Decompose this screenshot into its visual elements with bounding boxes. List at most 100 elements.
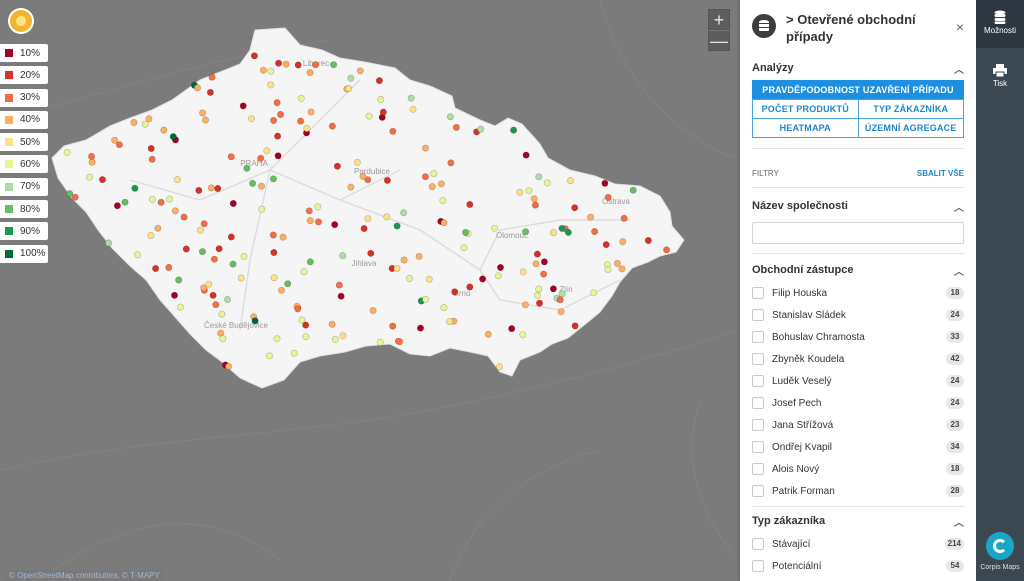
opportunity-point[interactable] [405, 274, 413, 282]
checkbox[interactable] [752, 309, 764, 321]
opportunity-point[interactable] [171, 291, 179, 299]
checkbox[interactable] [752, 538, 764, 550]
opportunity-point[interactable] [328, 320, 336, 328]
opportunity-point[interactable] [337, 292, 345, 300]
opportunity-point[interactable] [564, 228, 572, 236]
opportunity-point[interactable] [331, 335, 339, 343]
opportunity-point[interactable] [543, 179, 551, 187]
sales-rep-item[interactable]: Ondřej Kvapil 34 [752, 436, 964, 458]
opportunity-point[interactable] [251, 317, 259, 325]
opportunity-point[interactable] [269, 175, 277, 183]
opportunity-point[interactable] [270, 274, 278, 282]
opportunity-point[interactable] [508, 325, 516, 333]
opportunity-point[interactable] [451, 288, 459, 296]
opportunity-point[interactable] [173, 176, 181, 184]
opportunity-point[interactable] [558, 224, 566, 232]
opportunity-point[interactable] [224, 295, 232, 303]
opportunity-point[interactable] [331, 221, 339, 229]
opportunity-point[interactable] [407, 94, 415, 102]
customer-type-section-header[interactable]: Typ zákazníka ︿ [740, 509, 976, 533]
opportunity-point[interactable] [225, 362, 233, 370]
sales-rep-item[interactable]: Bohuslav Chramosta 33 [752, 326, 964, 348]
company-section-header[interactable]: Název společnosti ︿ [740, 194, 976, 218]
opportunity-point[interactable] [369, 306, 377, 314]
opportunity-point[interactable] [602, 241, 610, 249]
opportunity-point[interactable] [629, 186, 637, 194]
opportunity-point[interactable] [88, 152, 96, 160]
opportunity-point[interactable] [282, 60, 290, 68]
checkbox[interactable] [752, 397, 764, 409]
opportunity-point[interactable] [257, 182, 265, 190]
checkbox[interactable] [752, 560, 764, 572]
opportunity-point[interactable] [663, 246, 671, 254]
chevron-up-icon[interactable]: ︿ [954, 61, 964, 76]
sales-rep-item[interactable]: Luděk Veselý 24 [752, 370, 964, 392]
opportunity-point[interactable] [207, 184, 215, 192]
opportunity-point[interactable] [229, 260, 237, 268]
opportunity-point[interactable] [376, 338, 384, 346]
opportunity-point[interactable] [169, 133, 177, 141]
opportunity-point[interactable] [145, 115, 153, 123]
opportunity-point[interactable] [182, 245, 190, 253]
opportunity-point[interactable] [131, 184, 139, 192]
opportunity-point[interactable] [347, 74, 355, 82]
opportunity-point[interactable] [208, 73, 216, 81]
opportunity-point[interactable] [195, 186, 203, 194]
opportunity-point[interactable] [147, 145, 155, 153]
opportunity-point[interactable] [360, 225, 368, 233]
opportunity-point[interactable] [510, 126, 518, 134]
opportunity-point[interactable] [421, 173, 429, 181]
probability-analysis-button[interactable]: PRAVDĚPODOBNOST UZAVŘENÍ PŘÍPADU [752, 80, 964, 100]
opportunity-point[interactable] [533, 250, 541, 258]
opportunity-point[interactable] [409, 105, 417, 113]
opportunity-point[interactable] [439, 197, 447, 205]
opportunity-point[interactable] [210, 255, 218, 263]
opportunity-point[interactable] [270, 249, 278, 257]
opportunity-point[interactable] [425, 275, 433, 283]
opportunity-point[interactable] [540, 270, 548, 278]
opportunity-point[interactable] [157, 198, 165, 206]
opportunity-point[interactable] [134, 251, 142, 259]
product-count-button[interactable]: POČET PRODUKTŮ [752, 99, 859, 119]
opportunity-point[interactable] [567, 177, 575, 185]
opportunity-point[interactable] [199, 109, 207, 117]
opportunity-point[interactable] [495, 363, 503, 371]
opportunity-point[interactable] [306, 69, 314, 77]
opportunity-point[interactable] [314, 203, 322, 211]
opportunity-point[interactable] [619, 238, 627, 246]
opportunity-point[interactable] [267, 67, 275, 75]
opportunity-point[interactable] [176, 303, 184, 311]
opportunity-point[interactable] [227, 153, 235, 161]
opportunity-point[interactable] [250, 52, 258, 60]
chevron-up-icon[interactable]: ︿ [954, 263, 964, 278]
opportunity-point[interactable] [267, 81, 275, 89]
map-view[interactable]: LiberecPRAHAPardubiceJihlavaOlomoucOstra… [0, 0, 740, 581]
opportunity-point[interactable] [215, 245, 223, 253]
opportunity-point[interactable] [307, 108, 315, 116]
opportunity-point[interactable] [549, 229, 557, 237]
opportunity-point[interactable] [121, 198, 129, 206]
opportunity-point[interactable] [148, 155, 156, 163]
opportunity-point[interactable] [218, 310, 226, 318]
opportunity-point[interactable] [601, 179, 609, 187]
map-canvas[interactable]: LiberecPRAHAPardubiceJihlavaOlomoucOstra… [0, 0, 740, 581]
opportunity-point[interactable] [197, 226, 205, 234]
opportunity-point[interactable] [130, 119, 138, 127]
opportunity-point[interactable] [339, 252, 347, 260]
opportunity-point[interactable] [393, 264, 401, 272]
opportunity-point[interactable] [249, 179, 257, 187]
opportunity-point[interactable] [273, 335, 281, 343]
opportunity-point[interactable] [259, 66, 267, 74]
print-tab[interactable]: Tisk [976, 60, 1024, 96]
opportunity-point[interactable] [377, 96, 385, 104]
opportunity-point[interactable] [535, 173, 543, 181]
opportunity-point[interactable] [466, 201, 474, 209]
opportunity-point[interactable] [180, 213, 188, 221]
opportunity-point[interactable] [277, 286, 285, 294]
opportunity-point[interactable] [519, 331, 527, 339]
opportunity-point[interactable] [212, 301, 220, 309]
zoom-out-button[interactable]: — [708, 30, 730, 51]
opportunity-point[interactable] [302, 333, 310, 341]
opportunity-point[interactable] [115, 141, 123, 149]
opportunity-point[interactable] [421, 295, 429, 303]
